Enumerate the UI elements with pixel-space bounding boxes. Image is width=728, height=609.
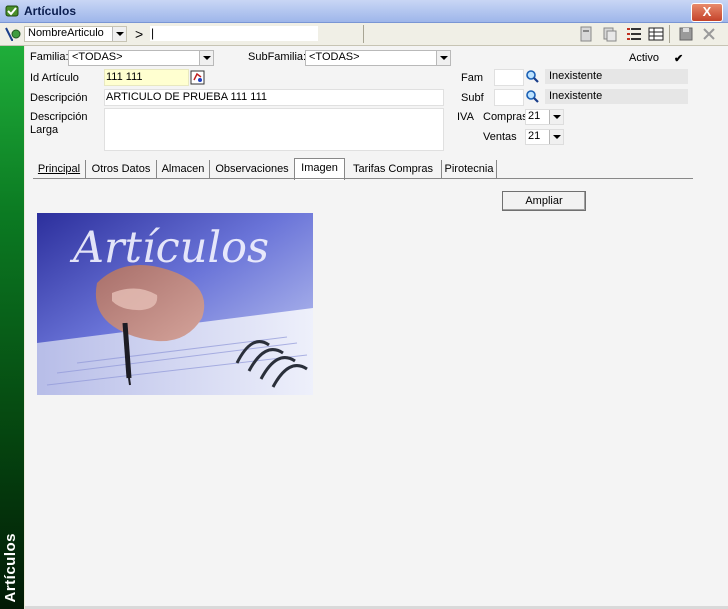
id-articulo-value: 111 111 — [106, 71, 143, 83]
activo-checkbox[interactable]: ✔ — [674, 52, 683, 65]
search-input[interactable]: | — [150, 26, 318, 41]
toolbar: NombreArticulo > | — [0, 23, 728, 46]
tab-label: Otros Datos — [91, 163, 151, 175]
chevron-down-icon[interactable] — [549, 130, 563, 144]
chevron-down-icon[interactable] — [436, 51, 450, 65]
subf-name-field: Inexistente — [545, 89, 688, 104]
ampliar-button[interactable]: Ampliar — [502, 191, 586, 211]
familia-select[interactable]: <TODAS> — [68, 50, 214, 66]
activo-label: Activo — [629, 52, 659, 64]
sort-icon[interactable] — [4, 25, 22, 43]
toolbar-separator — [363, 25, 364, 43]
fam-label: Fam — [461, 72, 483, 84]
iva-compras-label: Compras — [483, 111, 528, 123]
descripcion-label: Descripción — [30, 92, 88, 104]
grid-icon[interactable] — [647, 25, 665, 43]
lookup-icon[interactable] — [190, 70, 205, 85]
subf-code-field[interactable] — [494, 89, 524, 106]
search-icon[interactable] — [525, 69, 540, 84]
iva-label: IVA — [457, 111, 474, 123]
descripcion-larga-field[interactable] — [104, 108, 444, 151]
close-button[interactable]: X — [691, 3, 723, 22]
tab-label: Pirotecnia — [444, 163, 494, 175]
chevron-down-icon[interactable] — [549, 110, 563, 124]
tab-label: Principal — [37, 163, 81, 175]
fam-name-field: Inexistente — [545, 69, 688, 84]
subf-label: Subf — [461, 92, 484, 104]
module-sidebar: Artículos — [0, 46, 24, 609]
search-input-text: | — [151, 26, 155, 40]
descripcion-field[interactable]: ARTICULO DE PRUEBA 111 111 — [104, 89, 444, 106]
tab-tarifas-compras[interactable]: Tarifas Compras — [345, 160, 442, 178]
descripcion-larga-label-2: Larga — [30, 124, 59, 136]
tab-label: Imagen — [301, 162, 338, 174]
subfamilia-label: SubFamilia: — [248, 51, 307, 63]
subf-name-value: Inexistente — [549, 90, 603, 102]
tab-divider — [33, 178, 693, 179]
copy-icon[interactable] — [601, 25, 619, 43]
close-icon: X — [702, 4, 712, 19]
article-photo: Artículos — [37, 213, 313, 395]
descripcion-value: ARTICULO DE PRUEBA 111 111 — [106, 91, 267, 103]
descripcion-larga-label: Descripción — [30, 111, 88, 123]
window-title: Artículos — [24, 4, 77, 18]
chevron-down-icon[interactable] — [112, 27, 126, 41]
familia-value: <TODAS> — [72, 51, 123, 63]
chevron-down-icon[interactable] — [199, 51, 213, 65]
fam-code-field[interactable] — [494, 69, 524, 86]
toolbar-separator — [669, 25, 670, 43]
id-articulo-field[interactable]: 111 111 — [104, 69, 189, 86]
tab-label: Tarifas Compras — [352, 163, 434, 175]
app-icon — [5, 5, 19, 17]
iva-ventas-label: Ventas — [483, 131, 517, 143]
sidebar-label: Artículos — [2, 533, 19, 603]
print-icon[interactable] — [578, 25, 596, 43]
iva-compras-value: 21 — [528, 110, 541, 122]
title-bar: Artículos X — [0, 0, 728, 23]
tab-label: Almacen — [161, 163, 205, 175]
tab-observaciones[interactable]: Observaciones — [210, 160, 295, 178]
subfamilia-value: <TODAS> — [309, 51, 360, 63]
sort-field-value: NombreArticulo — [28, 27, 104, 39]
familia-label: Familia: — [30, 51, 69, 63]
photo-caption: Artículos — [73, 223, 270, 273]
subfamilia-select[interactable]: <TODAS> — [305, 50, 451, 66]
sort-field-select[interactable]: NombreArticulo — [24, 26, 127, 42]
save-icon[interactable] — [677, 25, 695, 43]
fam-name-value: Inexistente — [549, 70, 603, 82]
list-icon[interactable] — [625, 25, 643, 43]
tab-principal[interactable]: Principal — [33, 160, 86, 178]
tab-label: Observaciones — [215, 163, 289, 175]
iva-ventas-select[interactable]: 21 — [525, 129, 564, 145]
id-articulo-label: Id Artículo — [30, 72, 79, 84]
tab-pirotecnia[interactable]: Pirotecnia — [442, 160, 497, 178]
iva-compras-select[interactable]: 21 — [525, 109, 564, 125]
delete-icon[interactable] — [700, 25, 718, 43]
tab-almacen[interactable]: Almacen — [157, 160, 210, 178]
tab-otros-datos[interactable]: Otros Datos — [86, 160, 157, 178]
tab-imagen[interactable]: Imagen — [294, 158, 345, 180]
nav-next-icon[interactable]: > — [135, 26, 143, 42]
search-icon[interactable] — [525, 89, 540, 104]
iva-ventas-value: 21 — [528, 130, 541, 142]
